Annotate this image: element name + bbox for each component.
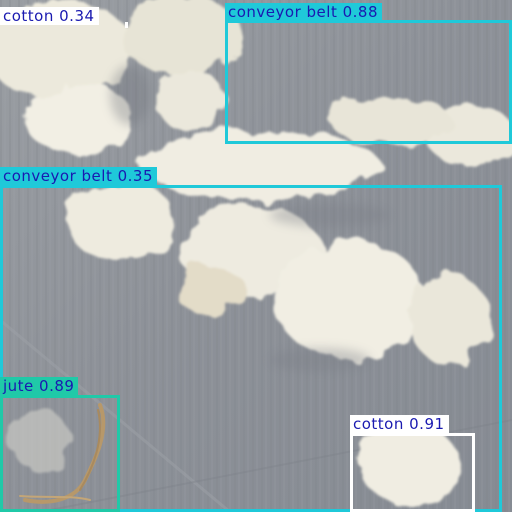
detection-box-conveyor-belt-0-88: conveyor belt 0.88 [225, 3, 512, 144]
detection-box-cotton-0-91: cotton 0.91 [350, 415, 475, 512]
detection-label-cotton-0-34: cotton 0.34 [0, 7, 99, 25]
detection-box-cotton-0-34: cotton 0.34 [0, 7, 128, 28]
detection-label-conveyor-belt-0-35: conveyor belt 0.35 [0, 167, 157, 185]
detection-label-jute-0-89: jute 0.89 [0, 377, 79, 395]
detection-label-cotton-0-91: cotton 0.91 [350, 415, 449, 433]
detection-label-conveyor-belt-0-88: conveyor belt 0.88 [225, 3, 382, 21]
detection-box-jute-0-89: jute 0.89 [0, 377, 120, 512]
